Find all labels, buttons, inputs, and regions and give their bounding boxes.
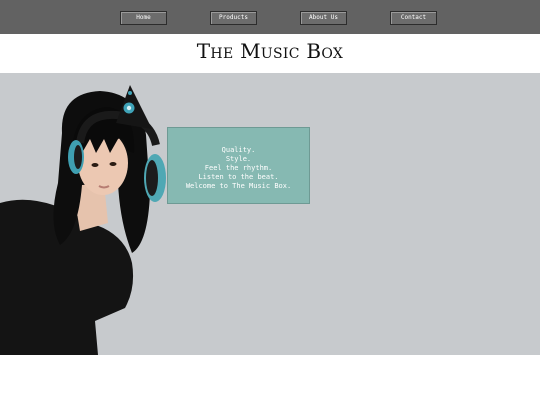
site-title: The Music Box [196,39,344,63]
hero-banner: Quality. Style. Feel the rhythm. Listen … [0,73,540,355]
nav-home-button[interactable]: Home [120,11,167,25]
hero-tagline-box: Quality. Style. Feel the rhythm. Listen … [167,127,310,204]
hero-image-girl-with-cat-ear-headphones [0,85,166,355]
tagline-line: Welcome to The Music Box. [185,182,292,190]
nav-about-us-button[interactable]: About Us [300,11,347,25]
top-navigation-bar: Home Products About Us Contact [0,0,540,34]
nav-products-button[interactable]: Products [210,11,257,25]
page-footer-area [0,355,540,405]
tagline-line: Listen to the beat. [198,173,279,181]
tagline-line: Style. [225,155,252,163]
tagline-line: Quality. [221,146,256,154]
tagline-line: Feel the rhythm. [204,164,273,172]
site-header: The Music Box [0,34,540,73]
nav-contact-button[interactable]: Contact [390,11,437,25]
